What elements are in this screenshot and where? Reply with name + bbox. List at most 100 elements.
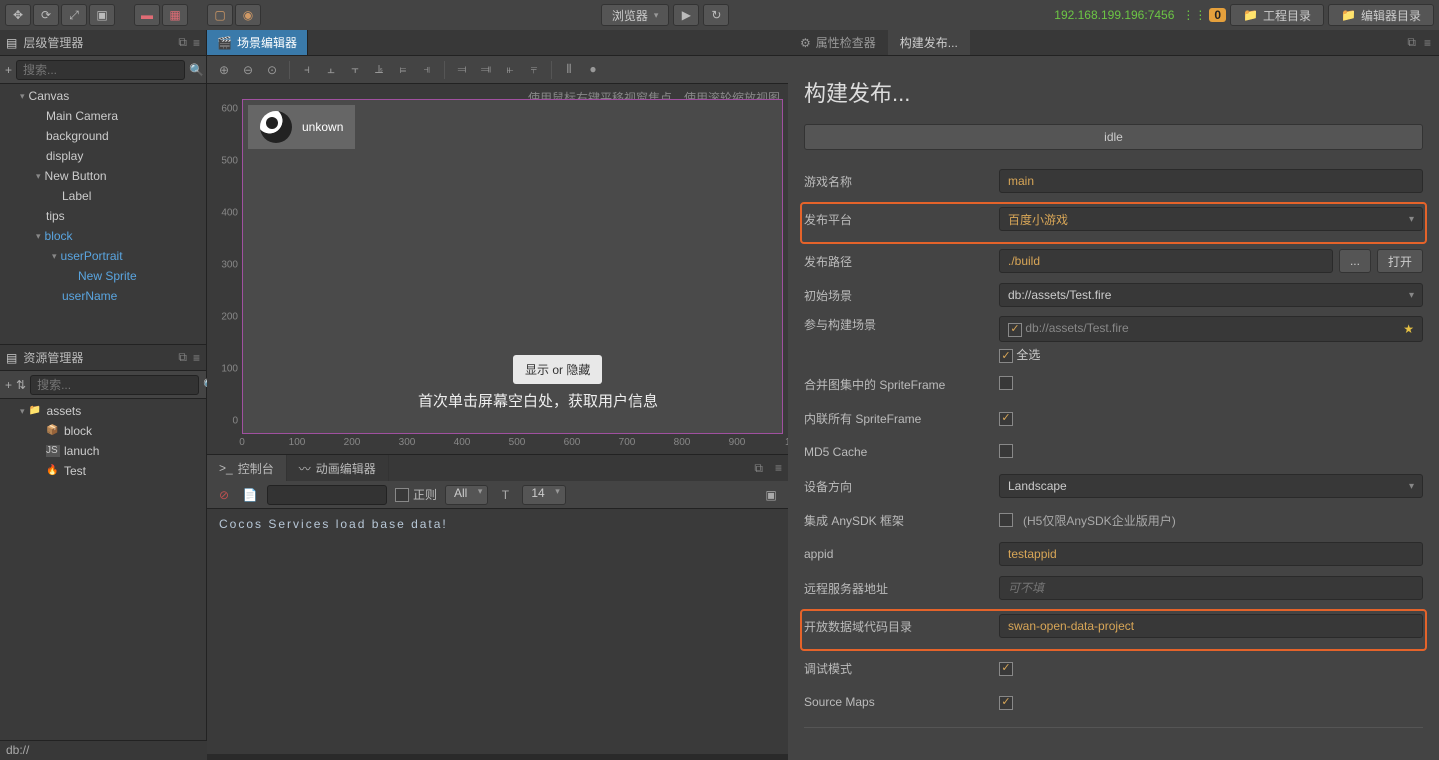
tree-item[interactable]: userName: [0, 286, 206, 306]
snap-b-icon[interactable]: ⦁: [582, 60, 604, 80]
zoom-in-icon[interactable]: ⊕: [213, 60, 235, 80]
merge-sf-checkbox[interactable]: [999, 376, 1013, 390]
scene-checkbox[interactable]: [1008, 323, 1022, 337]
editor-dir-button[interactable]: 📁编辑器目录: [1328, 4, 1434, 26]
popout-icon[interactable]: ⧉: [748, 455, 769, 481]
tree-item[interactable]: background: [0, 126, 206, 146]
align-left-icon[interactable]: ⫞: [296, 60, 318, 80]
asset-item[interactable]: 📁assets: [0, 401, 206, 421]
init-scene-select[interactable]: db://assets/Test.fire: [999, 283, 1423, 307]
orientation-select[interactable]: Landscape: [999, 474, 1423, 498]
build-path-input[interactable]: [999, 249, 1333, 273]
user-name-label: unkown: [302, 120, 343, 134]
tree-item[interactable]: New Button: [0, 166, 206, 186]
device-tool-b-icon[interactable]: ◉: [235, 4, 261, 26]
label-build-path: 发布路径: [804, 253, 999, 270]
align-center-h-icon[interactable]: ⫠: [320, 60, 342, 80]
appid-input[interactable]: [999, 542, 1423, 566]
debug-checkbox[interactable]: [999, 662, 1013, 676]
log-level-select[interactable]: All: [445, 485, 488, 505]
popout-icon[interactable]: ⧉: [178, 35, 187, 50]
asset-item[interactable]: 🔥Test: [0, 461, 206, 481]
align-top-icon[interactable]: ⫡: [368, 60, 390, 80]
hierarchy-search-input[interactable]: [16, 60, 185, 80]
browse-button[interactable]: ...: [1339, 249, 1371, 273]
zoom-fit-icon[interactable]: ⊙: [261, 60, 283, 80]
md5-checkbox[interactable]: [999, 444, 1013, 458]
align-tool-b-icon[interactable]: ▦: [162, 4, 188, 26]
dist-v-icon[interactable]: ⫥: [475, 60, 497, 80]
asset-item[interactable]: 📦block: [0, 421, 206, 441]
toggle-button[interactable]: 显示 or 隐藏: [513, 355, 602, 384]
scene-item-label: db://assets/Test.fire: [1025, 321, 1128, 335]
add-icon[interactable]: +: [5, 63, 12, 77]
source-maps-checkbox[interactable]: [999, 696, 1013, 710]
regex-checkbox[interactable]: 正则: [395, 486, 437, 503]
menu-icon[interactable]: ≡: [1424, 36, 1431, 50]
scale-tool-icon[interactable]: ⤢: [61, 4, 87, 26]
remote-url-input[interactable]: [999, 576, 1423, 600]
rect-tool-icon[interactable]: ▣: [89, 4, 115, 26]
play-button[interactable]: ▶: [673, 4, 699, 26]
popout-icon[interactable]: ⧉: [178, 350, 187, 365]
tree-item[interactable]: tips: [0, 206, 206, 226]
avatar-icon: [260, 111, 292, 143]
assets-search-input[interactable]: [30, 375, 199, 395]
sort-icon[interactable]: ⇅: [16, 378, 26, 392]
align-tool-a-icon[interactable]: ▬: [134, 4, 160, 26]
font-size-select[interactable]: 14: [522, 485, 565, 505]
hierarchy-tree[interactable]: CanvasMain CamerabackgrounddisplayNew Bu…: [0, 84, 206, 344]
align-middle-icon[interactable]: ⫢: [392, 60, 414, 80]
tree-item[interactable]: Label: [0, 186, 206, 206]
dist-h2-icon[interactable]: ⫦: [499, 60, 521, 80]
platform-select[interactable]: 百度小游戏: [999, 207, 1423, 231]
game-name-input[interactable]: [999, 169, 1423, 193]
hierarchy-panel: ▤ 层级管理器 ⧉ ≡ + 🔍 ⤢ ⟳ CanvasMain Camerabac…: [0, 30, 207, 344]
preview-target-dropdown[interactable]: 浏览器▾: [601, 4, 670, 26]
menu-icon[interactable]: ≡: [769, 455, 788, 481]
asset-item[interactable]: JSlanuch: [0, 441, 206, 461]
tree-item[interactable]: block: [0, 226, 206, 246]
user-block: unkown: [248, 105, 355, 149]
assets-tree[interactable]: 📁assets📦blockJSlanuch🔥Test: [0, 399, 206, 760]
tree-item[interactable]: Main Camera: [0, 106, 206, 126]
tree-item[interactable]: display: [0, 146, 206, 166]
project-dir-button[interactable]: 📁工程目录: [1230, 4, 1324, 26]
collapse-icon[interactable]: ▣: [762, 488, 780, 502]
rotate-tool-icon[interactable]: ⟳: [33, 4, 59, 26]
align-bottom-icon[interactable]: ⫣: [416, 60, 438, 80]
console-filter-input[interactable]: [267, 485, 387, 505]
refresh-button[interactable]: ↻: [703, 4, 729, 26]
device-tool-a-icon[interactable]: ▢: [207, 4, 233, 26]
open-data-input[interactable]: [999, 614, 1423, 638]
tab-scene-editor[interactable]: 🎬场景编辑器: [207, 30, 308, 55]
dist-h-icon[interactable]: ⫤: [451, 60, 473, 80]
tab-animation[interactable]: 〰动画编辑器: [287, 455, 389, 481]
menu-icon[interactable]: ≡: [193, 351, 200, 365]
zoom-out-icon[interactable]: ⊖: [237, 60, 259, 80]
tab-properties[interactable]: ⚙属性检查器: [788, 30, 888, 55]
dist-v2-icon[interactable]: ⫧: [523, 60, 545, 80]
add-icon[interactable]: +: [5, 378, 12, 392]
tree-item[interactable]: Canvas: [0, 86, 206, 106]
label-appid: appid: [804, 547, 999, 561]
anysdk-checkbox[interactable]: [999, 513, 1013, 527]
popout-icon[interactable]: ⧉: [1407, 35, 1416, 50]
scene-list[interactable]: db://assets/Test.fire ★: [999, 316, 1423, 342]
select-all-checkbox[interactable]: [999, 349, 1013, 363]
scene-icon: 🎬: [217, 36, 232, 50]
snap-a-icon[interactable]: ⦀: [558, 60, 580, 80]
log-file-icon[interactable]: 📄: [241, 488, 259, 502]
menu-icon[interactable]: ≡: [193, 36, 200, 50]
move-tool-icon[interactable]: ✥: [5, 4, 31, 26]
search-icon[interactable]: 🔍: [189, 63, 204, 77]
align-right-icon[interactable]: ⫟: [344, 60, 366, 80]
tree-item[interactable]: New Sprite: [0, 266, 206, 286]
inline-sf-checkbox[interactable]: [999, 412, 1013, 426]
open-button[interactable]: 打开: [1377, 249, 1423, 273]
tab-console[interactable]: >_控制台: [207, 455, 287, 481]
tab-build[interactable]: 构建发布...: [888, 30, 970, 55]
tree-item[interactable]: userPortrait: [0, 246, 206, 266]
scene-canvas[interactable]: 使用鼠标右键平移视窗焦点，使用滚轮缩放视图 600500400300200100…: [207, 84, 788, 454]
clear-console-icon[interactable]: ⊘: [215, 488, 233, 502]
